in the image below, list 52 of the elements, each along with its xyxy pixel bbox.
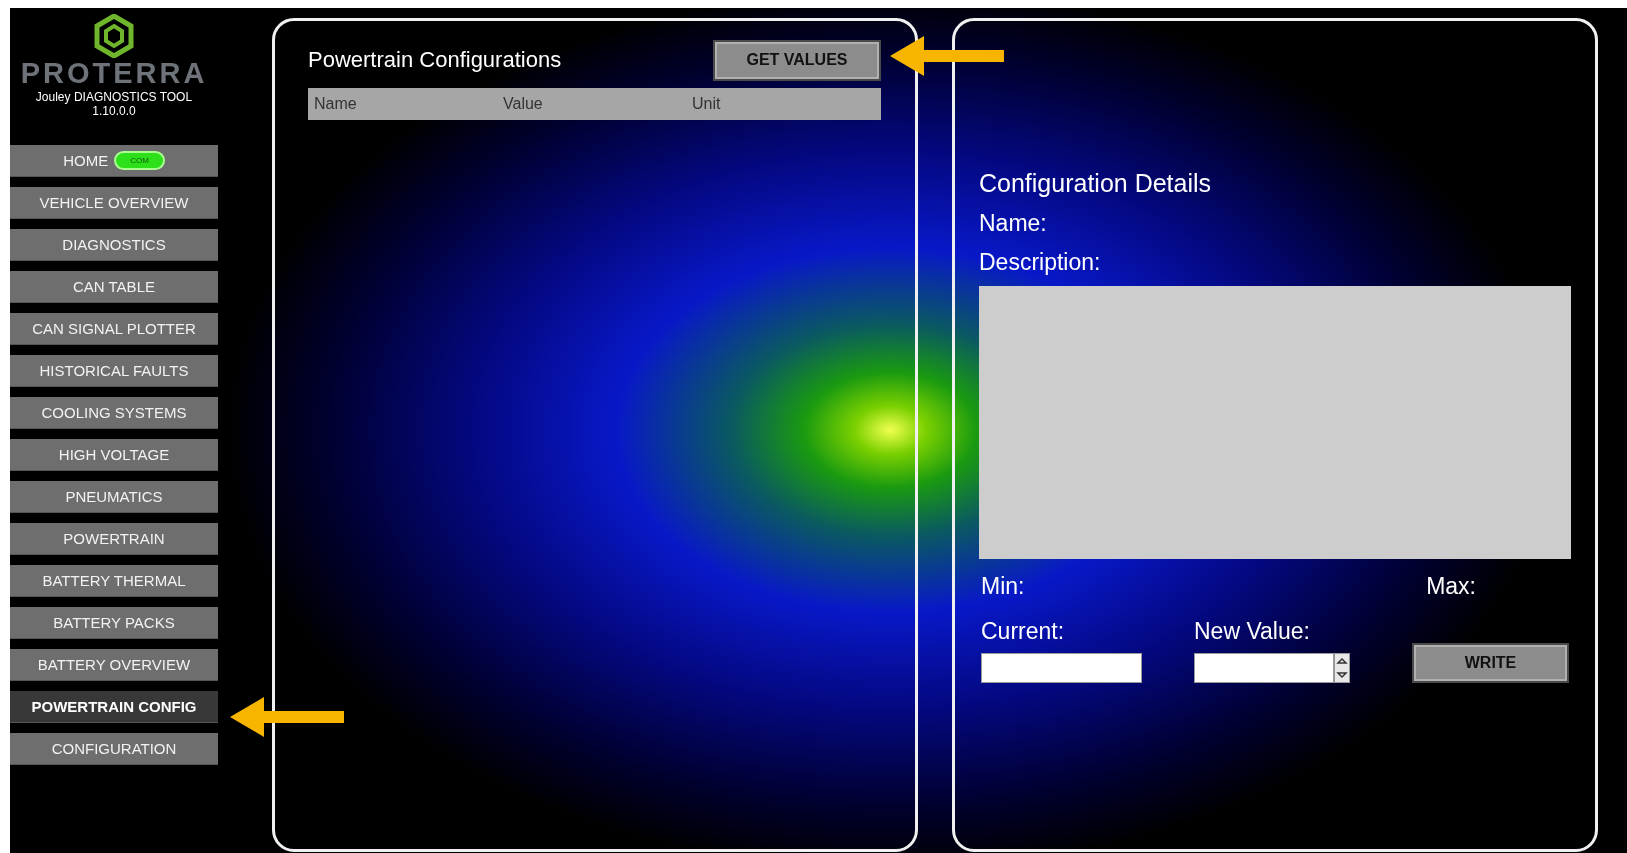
- sidebar-item[interactable]: DIAGNOSTICS: [10, 229, 218, 261]
- sidebar-item-label: CAN TABLE: [73, 278, 155, 295]
- column-header[interactable]: Name: [314, 95, 503, 113]
- sidebar-item[interactable]: POWERTRAIN: [10, 523, 218, 555]
- sidebar-item[interactable]: BATTERY OVERVIEW: [10, 649, 218, 681]
- sidebar-item-label: HIGH VOLTAGE: [58, 446, 170, 463]
- column-header[interactable]: Unit: [692, 95, 881, 113]
- sidebar-item-label: CAN SIGNAL PLOTTER: [32, 320, 196, 337]
- sidebar-item-label: BATTERY OVERVIEW: [37, 656, 191, 673]
- sidebar-item-label: PNEUMATICS: [65, 488, 163, 505]
- description-label: Description:: [979, 249, 1102, 276]
- connection-badge: COM: [114, 151, 165, 170]
- get-values-button[interactable]: GET VALUES: [713, 39, 881, 81]
- sidebar-item[interactable]: VEHICLE OVERVIEW: [10, 187, 218, 219]
- brand-name: PROTERRA: [20, 58, 208, 88]
- sidebar-item[interactable]: CONFIGURATION: [10, 733, 218, 765]
- sidebar-item-label: CONFIGURATION: [51, 740, 177, 757]
- current-label: Current:: [981, 618, 1066, 645]
- arrow-icon: [890, 36, 1004, 76]
- max-label: Max:: [1426, 573, 1476, 600]
- sidebar-item[interactable]: CAN SIGNAL PLOTTER: [10, 313, 218, 345]
- sidebar-item[interactable]: POWERTRAIN CONFIG: [10, 691, 218, 723]
- sidebar-item[interactable]: PNEUMATICS: [10, 481, 218, 513]
- sidebar-item-label: BATTERY PACKS: [53, 614, 175, 631]
- sidebar-item-label: COOLING SYSTEMS: [41, 404, 187, 421]
- sidebar-item[interactable]: CAN TABLE: [10, 271, 218, 303]
- new-value-field[interactable]: [1194, 653, 1334, 683]
- min-label: Min:: [981, 573, 1025, 600]
- sidebar-item-label: POWERTRAIN CONFIG: [31, 698, 197, 715]
- sidebar-item[interactable]: COOLING SYSTEMS: [10, 397, 218, 429]
- sidebar-item[interactable]: BATTERY PACKS: [10, 607, 218, 639]
- arrow-icon: [230, 697, 344, 737]
- sidebar-item-label: POWERTRAIN: [63, 530, 165, 547]
- sidebar-item[interactable]: HOME COM: [10, 145, 218, 177]
- name-label: Name:: [979, 210, 1048, 237]
- sidebar-item[interactable]: HIGH VOLTAGE: [10, 439, 218, 471]
- app-version: 1.10.0.0: [92, 104, 136, 118]
- details-title: Configuration Details: [979, 169, 1213, 198]
- sidebar-item[interactable]: BATTERY THERMAL: [10, 565, 218, 597]
- panel-title: Powertrain Configurations: [308, 47, 562, 73]
- sidebar-item-label: BATTERY THERMAL: [42, 572, 186, 589]
- write-button[interactable]: WRITE: [1412, 643, 1569, 683]
- current-field[interactable]: [981, 653, 1142, 683]
- app-subtitle: Jouley DIAGNOSTICS TOOL: [35, 90, 193, 104]
- sidebar-item-label: VEHICLE OVERVIEW: [39, 194, 189, 211]
- hexagon-logo-icon: [94, 14, 134, 58]
- new-value-label: New Value:: [1194, 618, 1311, 645]
- sidebar-item-label: HOME: [63, 152, 109, 169]
- sidebar-item[interactable]: HISTORICAL FAULTS: [10, 355, 218, 387]
- column-header[interactable]: Value: [503, 95, 692, 113]
- sidebar-item-label: DIAGNOSTICS: [62, 236, 166, 253]
- sidebar-item-label: HISTORICAL FAULTS: [39, 362, 189, 379]
